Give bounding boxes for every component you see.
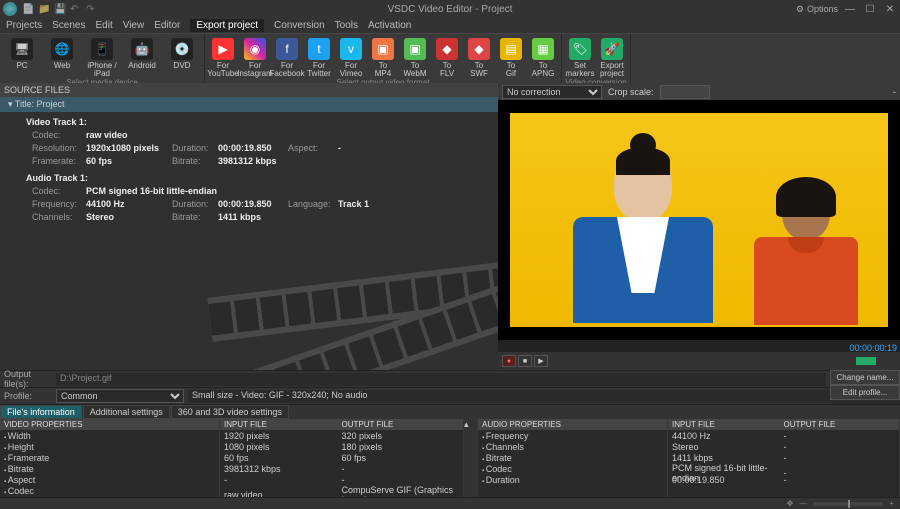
move-tool-icon[interactable]: ✥: [787, 499, 794, 508]
source-files-header: SOURCE FILES: [0, 83, 498, 97]
menu-export-project[interactable]: Export project: [190, 19, 264, 32]
record-button[interactable]: ●: [502, 355, 516, 367]
menu-edit[interactable]: Edit: [95, 20, 112, 31]
prop-row: Height: [0, 441, 219, 452]
ribbon-formats-group: ▶ForYouTube◉ForInstagramfForFacebooktFor…: [205, 34, 562, 83]
profile-desc[interactable]: Small size - Video: GIF - 320x240; No au…: [188, 390, 830, 403]
project-title-row[interactable]: ▾ Title: Project: [0, 97, 498, 112]
menu-conversion[interactable]: Conversion: [274, 20, 325, 31]
device-iphone-ipad[interactable]: 📱iPhone / iPad: [83, 36, 121, 78]
tab-additional-settings[interactable]: Additional settings: [83, 405, 170, 419]
conv-markers[interactable]: 🏷Setmarkers: [565, 36, 595, 78]
format-swf[interactable]: ◆ToSWF: [464, 36, 494, 78]
menu-view[interactable]: View: [123, 20, 145, 31]
playback-controls: ● ■ ▶: [498, 352, 900, 370]
status-bar: ✥ —+: [0, 497, 900, 509]
tab--and-d-video-settings[interactable]: 360 and 3D video settings: [171, 405, 289, 419]
format-instagram[interactable]: ◉ForInstagram: [240, 36, 270, 78]
conv-project[interactable]: 🚀Exportproject: [597, 36, 627, 78]
prop-row: Frequency: [478, 430, 667, 441]
device-pc[interactable]: 🖥PC: [3, 36, 41, 78]
prop-row: Channels: [478, 441, 667, 452]
ribbon-conversion-group: 🏷Setmarkers🚀Exportproject Video conversi…: [562, 34, 631, 83]
app-logo-icon: [3, 2, 17, 16]
close-button[interactable]: ✕: [880, 0, 900, 18]
format-flv[interactable]: ◆ToFLV: [432, 36, 462, 78]
profile-select[interactable]: Common: [56, 389, 184, 403]
stop-button[interactable]: ■: [518, 355, 532, 367]
scroll-gutter[interactable]: ▴: [464, 419, 478, 497]
menu-activation[interactable]: Activation: [368, 20, 411, 31]
format-twitter[interactable]: tForTwitter: [304, 36, 334, 78]
device-web[interactable]: 🌐Web: [43, 36, 81, 78]
prop-row: Codec: [0, 485, 219, 496]
format-mp4[interactable]: ▣ToMP4: [368, 36, 398, 78]
play-button[interactable]: ▶: [534, 355, 548, 367]
prop-row: Width: [0, 430, 219, 441]
correction-select[interactable]: No correction: [502, 85, 602, 99]
format-facebook[interactable]: fForFacebook: [272, 36, 302, 78]
format-gif[interactable]: ▤ToGif: [496, 36, 526, 78]
video-props-col: VIDEO PROPERTIES WidthHeightFramerateBit…: [0, 419, 220, 497]
audio-track-title: Audio Track 1:: [26, 173, 88, 183]
preview-canvas: [510, 113, 888, 327]
output-file-field[interactable]: D:\Project.gif: [56, 373, 826, 386]
crop-scale-field[interactable]: [660, 85, 710, 99]
menubar: Projects Scenes Edit View Editor Export proje…: [0, 18, 900, 33]
menu-tools[interactable]: Tools: [335, 20, 358, 31]
info-tabs: File's informationAdditional settings360…: [0, 404, 900, 419]
crop-scale-label: Crop scale:: [608, 87, 654, 97]
maximize-button[interactable]: ☐: [860, 0, 880, 18]
menu-editor[interactable]: Editor: [154, 20, 180, 31]
edit-profile-button[interactable]: Edit profile...: [830, 385, 900, 400]
prop-row: Duration: [478, 474, 667, 485]
format-webm[interactable]: ▣ToWebM: [400, 36, 430, 78]
output-files-label: Output file(s):: [0, 369, 56, 389]
titlebar: 📄📁💾↶↷ VSDC Video Editor - Project ⚙ Opti…: [0, 0, 900, 18]
minimize-button[interactable]: —: [840, 0, 860, 18]
profile-label: Profile:: [0, 391, 56, 401]
preview-viewport[interactable]: [498, 100, 900, 340]
audio-props-col: AUDIO PROPERTIES FrequencyChannelsBitrat…: [478, 419, 668, 497]
device-android[interactable]: 🤖Android: [123, 36, 161, 78]
app-title: VSDC Video Editor - Project: [388, 4, 513, 15]
volume-slider[interactable]: [856, 357, 896, 365]
prop-row: Framerate: [0, 452, 219, 463]
prop-row: Codec: [478, 463, 667, 474]
prop-row: Bitrate: [478, 452, 667, 463]
prop-row: Bitrate: [0, 463, 219, 474]
menu-projects[interactable]: Projects: [6, 20, 42, 31]
format-apng[interactable]: ▦ToAPNG: [528, 36, 558, 78]
ribbon: 🖥PC🌐Web📱iPhone / iPad🤖Android💿DVD Select…: [0, 33, 900, 83]
zoom-slider[interactable]: [813, 502, 883, 506]
timecode: 00:00:00:19: [849, 343, 897, 353]
device-dvd[interactable]: 💿DVD: [163, 36, 201, 78]
format-youtube[interactable]: ▶ForYouTube: [208, 36, 238, 78]
change-name-button[interactable]: Change name...: [830, 370, 900, 385]
menu-scenes[interactable]: Scenes: [52, 20, 85, 31]
source-files-panel: SOURCE FILES ▾ Title: Project Video Trac…: [0, 83, 498, 370]
options-link[interactable]: ⚙ Options: [796, 4, 838, 15]
preview-panel: No correction Crop scale: - 00:00:00:19 …: [498, 83, 900, 370]
ribbon-media-group: 🖥PC🌐Web📱iPhone / iPad🤖Android💿DVD Select…: [0, 34, 205, 83]
video-track-title: Video Track 1:: [26, 117, 87, 127]
tab-file-s-information[interactable]: File's information: [0, 405, 82, 419]
filmstrip-decoration: [209, 240, 498, 370]
quick-access-toolbar[interactable]: 📄📁💾↶↷: [22, 4, 96, 14]
format-vimeo[interactable]: vForVimeo: [336, 36, 366, 78]
prop-row: Aspect: [0, 474, 219, 485]
